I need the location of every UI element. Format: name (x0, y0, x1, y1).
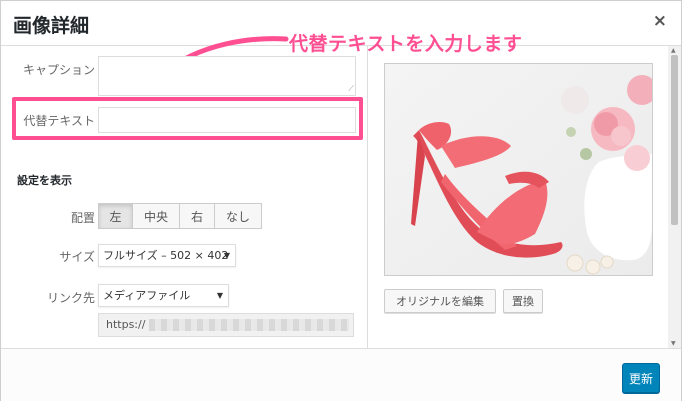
alt-text-label: 代替テキスト (23, 114, 95, 128)
caption-textarea[interactable]: ⟋ (98, 56, 356, 96)
dropdown-caret-icon: ▼ (216, 291, 223, 300)
link-select[interactable]: メディアファイル ▼ (98, 284, 229, 307)
edit-original-button[interactable]: オリジナルを編集 (384, 289, 496, 313)
dialog-title: 画像詳細 (13, 15, 90, 37)
caption-label: キャプション (22, 63, 95, 77)
scrollbar-thumb[interactable] (671, 55, 678, 225)
redacted-url (149, 319, 350, 331)
image-panel: オリジナルを編集 置換 (368, 46, 668, 348)
update-button[interactable]: 更新 (622, 363, 660, 393)
image-details-dialog: 画像詳細 × 代替テキストを入力します キャプション ⟋ 代替テキスト 設定を表… (0, 0, 682, 401)
align-none-button[interactable]: なし (214, 203, 262, 229)
scrollbar[interactable]: ▲ ▼ (668, 46, 681, 348)
settings-panel: キャプション ⟋ 代替テキスト 設定を表示 配置 左 中央 右 なし サイズ フ… (1, 46, 367, 348)
align-label: 配置 (70, 211, 95, 225)
size-label: サイズ (59, 250, 95, 264)
alt-text-input[interactable] (98, 107, 356, 133)
align-right-button[interactable]: 右 (179, 203, 215, 229)
dropdown-caret-icon: ▼ (223, 251, 230, 260)
sandal-photo (385, 64, 652, 275)
scroll-down-icon[interactable]: ▼ (671, 340, 676, 347)
scroll-up-icon[interactable]: ▲ (671, 47, 676, 54)
resize-handle-icon[interactable]: ⟋ (348, 84, 354, 94)
align-left-button[interactable]: 左 (98, 203, 133, 229)
dialog-footer: 更新 (1, 348, 681, 401)
link-url-field[interactable]: https:// (98, 313, 354, 337)
display-settings-title: 設定を表示 (17, 174, 72, 187)
align-button-group: 左 中央 右 なし (98, 203, 262, 229)
align-center-button[interactable]: 中央 (132, 203, 180, 229)
close-icon[interactable]: × (653, 11, 667, 31)
image-preview (384, 63, 653, 276)
link-label: リンク先 (46, 291, 95, 305)
size-select[interactable]: フルサイズ – 502 × 402 ▼ (98, 244, 236, 267)
replace-button[interactable]: 置換 (503, 289, 543, 313)
